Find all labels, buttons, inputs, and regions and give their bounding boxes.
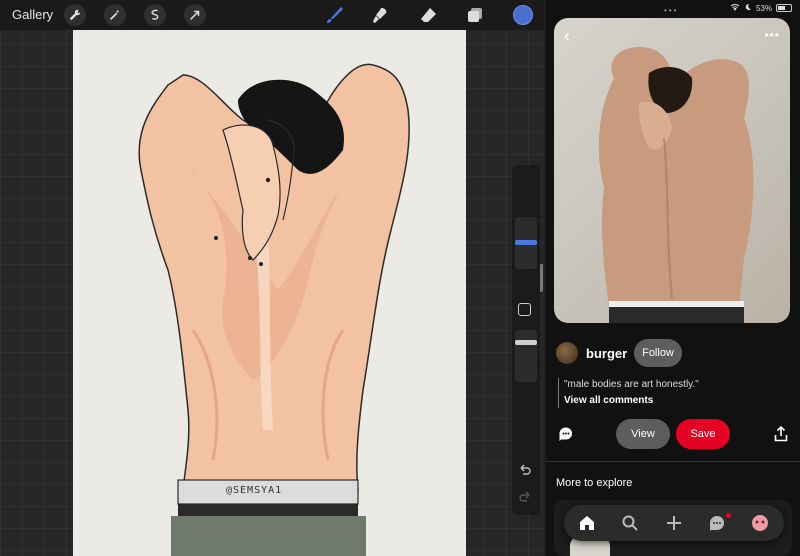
pinterest-app: ••• 53% ‹ ••• burger Follow "male bodies…	[546, 0, 800, 556]
split-view-handle[interactable]	[540, 264, 543, 292]
eraser-icon[interactable]	[417, 4, 439, 26]
color-picker[interactable]	[513, 5, 533, 25]
section-divider	[546, 461, 800, 462]
follow-button[interactable]: Follow	[634, 339, 682, 367]
redo-icon[interactable]	[517, 489, 533, 505]
layers-icon[interactable]	[464, 4, 486, 26]
avatar[interactable]	[556, 342, 578, 364]
battery-icon	[776, 4, 792, 12]
share-icon[interactable]	[774, 426, 788, 442]
bottom-navigation	[564, 505, 784, 541]
undo-icon[interactable]	[517, 462, 533, 478]
split-screen: Gallery @SEMSYA1 ••• 53% ‹ ••• burger Fo…	[0, 0, 800, 556]
magic-wand-icon[interactable]	[104, 4, 126, 26]
more-to-explore-heading: More to explore	[556, 477, 633, 489]
multitasking-dots[interactable]: •••	[664, 6, 678, 15]
opacity-slider[interactable]	[515, 330, 537, 382]
profile-icon[interactable]	[751, 514, 769, 532]
wrench-icon[interactable]	[64, 4, 86, 26]
pin-image[interactable]: ‹ •••	[554, 18, 790, 323]
status-bar: 53%	[730, 3, 792, 13]
search-icon[interactable]	[621, 514, 639, 532]
wifi-icon	[730, 3, 740, 13]
create-icon[interactable]	[665, 514, 683, 532]
moon-icon	[744, 3, 752, 13]
comment-text: "male bodies are art honestly."	[564, 379, 699, 390]
procreate-app: Gallery @SEMSYA1	[0, 0, 544, 556]
modify-button[interactable]	[518, 303, 531, 316]
gallery-button[interactable]: Gallery	[12, 7, 53, 22]
opacity-handle[interactable]	[515, 340, 537, 345]
save-button[interactable]: Save	[676, 419, 730, 449]
battery-percentage: 53%	[755, 3, 772, 13]
pin-username[interactable]: burger	[586, 346, 627, 361]
artwork-back-drawing	[138, 63, 410, 556]
brush-icon[interactable]	[323, 4, 345, 26]
procreate-sidebar	[512, 165, 540, 515]
drawing-canvas[interactable]: @SEMSYA1	[73, 30, 466, 556]
brush-size-handle[interactable]	[515, 240, 537, 245]
home-icon[interactable]	[578, 514, 596, 532]
pin-photo	[598, 47, 754, 323]
comment-thread-line	[558, 378, 559, 408]
selection-icon[interactable]	[144, 4, 166, 26]
smudge-icon[interactable]	[369, 4, 391, 26]
notification-dot	[726, 513, 731, 518]
arrow-icon[interactable]	[184, 4, 206, 26]
more-options-icon[interactable]: •••	[764, 28, 780, 42]
procreate-toolbar: Gallery	[0, 0, 544, 30]
back-chevron-icon[interactable]: ‹	[564, 26, 570, 47]
messages-icon[interactable]	[708, 514, 726, 532]
view-button[interactable]: View	[616, 419, 670, 449]
artwork-signature: @SEMSYA1	[226, 485, 283, 496]
comment-icon[interactable]	[558, 426, 574, 442]
view-all-comments-link[interactable]: View all comments	[564, 395, 653, 406]
